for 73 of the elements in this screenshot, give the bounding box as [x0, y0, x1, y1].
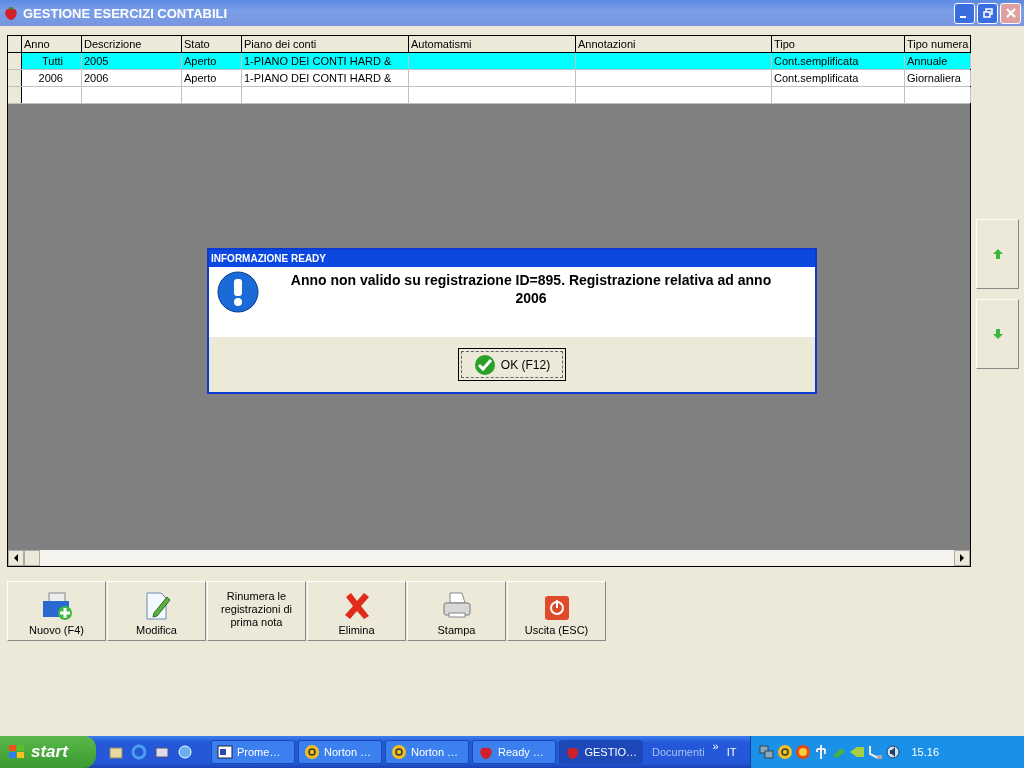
- toolbar-button[interactable]: Modifica: [107, 581, 206, 641]
- move-down-button[interactable]: [976, 299, 1019, 369]
- minimize-button[interactable]: [954, 2, 975, 24]
- row-header[interactable]: [8, 53, 22, 69]
- column-header[interactable]: Annotazioni: [576, 36, 772, 52]
- document-icon: [217, 744, 233, 760]
- clock: 15.16: [911, 746, 939, 758]
- chevron-button[interactable]: »: [712, 740, 719, 752]
- toolbar-button[interactable]: Elimina: [307, 581, 406, 641]
- ok-button[interactable]: OK (F12): [458, 348, 566, 381]
- move-up-button[interactable]: [976, 219, 1019, 289]
- table-cell: 2005: [82, 53, 182, 69]
- window-title: GESTIONE ESERCIZI CONTABILI: [23, 5, 229, 21]
- stethoscope-icon: [304, 744, 320, 760]
- taskbar-task[interactable]: GESTIO…: [559, 740, 643, 764]
- restore-icon: [982, 8, 993, 18]
- stethoscope-icon[interactable]: [777, 744, 794, 760]
- toolbar-button[interactable]: Nuovo (F4): [7, 581, 106, 641]
- arrow-up-icon: [991, 248, 1004, 260]
- table-cell: Aperto: [182, 70, 242, 86]
- column-header[interactable]: Piano dei conti: [242, 36, 409, 52]
- close-icon: [1004, 7, 1017, 19]
- strawberry-icon: [3, 5, 19, 21]
- table-cell: 2006: [82, 70, 182, 86]
- scroll-right-icon[interactable]: [959, 554, 965, 562]
- speaker-icon[interactable]: [885, 744, 902, 760]
- printer-icon: [440, 591, 473, 621]
- horizontal-scrollbar[interactable]: [8, 550, 970, 566]
- document-icon[interactable]: [108, 744, 124, 760]
- scroll-left-icon[interactable]: [13, 554, 19, 562]
- table-row[interactable]: Tutti 2005 Aperto 1-PIANO DEI CONTI HARD & Cont.semplificata Annuale: [8, 53, 970, 70]
- row-header[interactable]: [8, 70, 22, 86]
- table-cell: 1-PIANO DEI CONTI HARD &: [242, 70, 409, 86]
- close-button[interactable]: [1000, 2, 1021, 24]
- exclamation-icon: [217, 271, 259, 313]
- table-row[interactable]: 2006 2006 Aperto 1-PIANO DEI CONTI HARD & Cont.semplificata Giornaliera: [8, 70, 970, 87]
- table-cell: Cont.semplificata: [772, 53, 905, 69]
- toolbar-button[interactable]: Rinumera le registrazioni di prima nota: [207, 581, 306, 641]
- table-cell: Aperto: [182, 53, 242, 69]
- restore-button[interactable]: [977, 2, 998, 24]
- table-cell: Annuale: [905, 53, 971, 69]
- toolbar-button[interactable]: Stampa: [407, 581, 506, 641]
- minimize-icon: [960, 16, 966, 18]
- dialog-title: INFORMAZIONE READY: [209, 250, 815, 267]
- language-indicator[interactable]: IT: [726, 746, 737, 758]
- folder-plus-icon: [40, 591, 73, 621]
- column-header[interactable]: Anno: [22, 36, 82, 52]
- table-cell: Tutti: [22, 53, 82, 69]
- table-cell: 1-PIANO DEI CONTI HARD &: [242, 53, 409, 69]
- dialog-message: Anno non valido su registrazione ID=895. Registrazione relativa ad anno 2006: [289, 271, 773, 308]
- column-header[interactable]: Stato: [182, 36, 242, 52]
- browser-icon[interactable]: [131, 744, 147, 760]
- table-cell: Giornaliera: [905, 70, 971, 86]
- target-icon[interactable]: [795, 744, 812, 760]
- table-cell: Cont.semplificata: [772, 70, 905, 86]
- taskbar-task[interactable]: Ready …: [472, 740, 556, 764]
- mail-icon[interactable]: [154, 744, 170, 760]
- column-header[interactable]: Descrizione: [82, 36, 182, 52]
- taskbar-task[interactable]: Norton …: [385, 740, 469, 764]
- checkmark-icon: [473, 353, 496, 376]
- taskbar-task[interactable]: Norton …: [298, 740, 382, 764]
- toolbar-button[interactable]: Uscita (ESC): [507, 581, 606, 641]
- stethoscope-icon: [391, 744, 407, 760]
- column-header[interactable]: Automatismi: [409, 36, 576, 52]
- globe-icon[interactable]: [177, 744, 193, 760]
- column-header[interactable]: Tipo: [772, 36, 905, 52]
- scrollbar-thumb[interactable]: [24, 550, 40, 566]
- table-cell: 2006: [22, 70, 82, 86]
- windows-logo-icon: [8, 744, 26, 760]
- taskbar-task[interactable]: Prome…: [211, 740, 295, 764]
- arrow-down-icon: [991, 328, 1004, 340]
- power-icon: [543, 595, 570, 621]
- column-header[interactable]: Tipo numera: [905, 36, 971, 52]
